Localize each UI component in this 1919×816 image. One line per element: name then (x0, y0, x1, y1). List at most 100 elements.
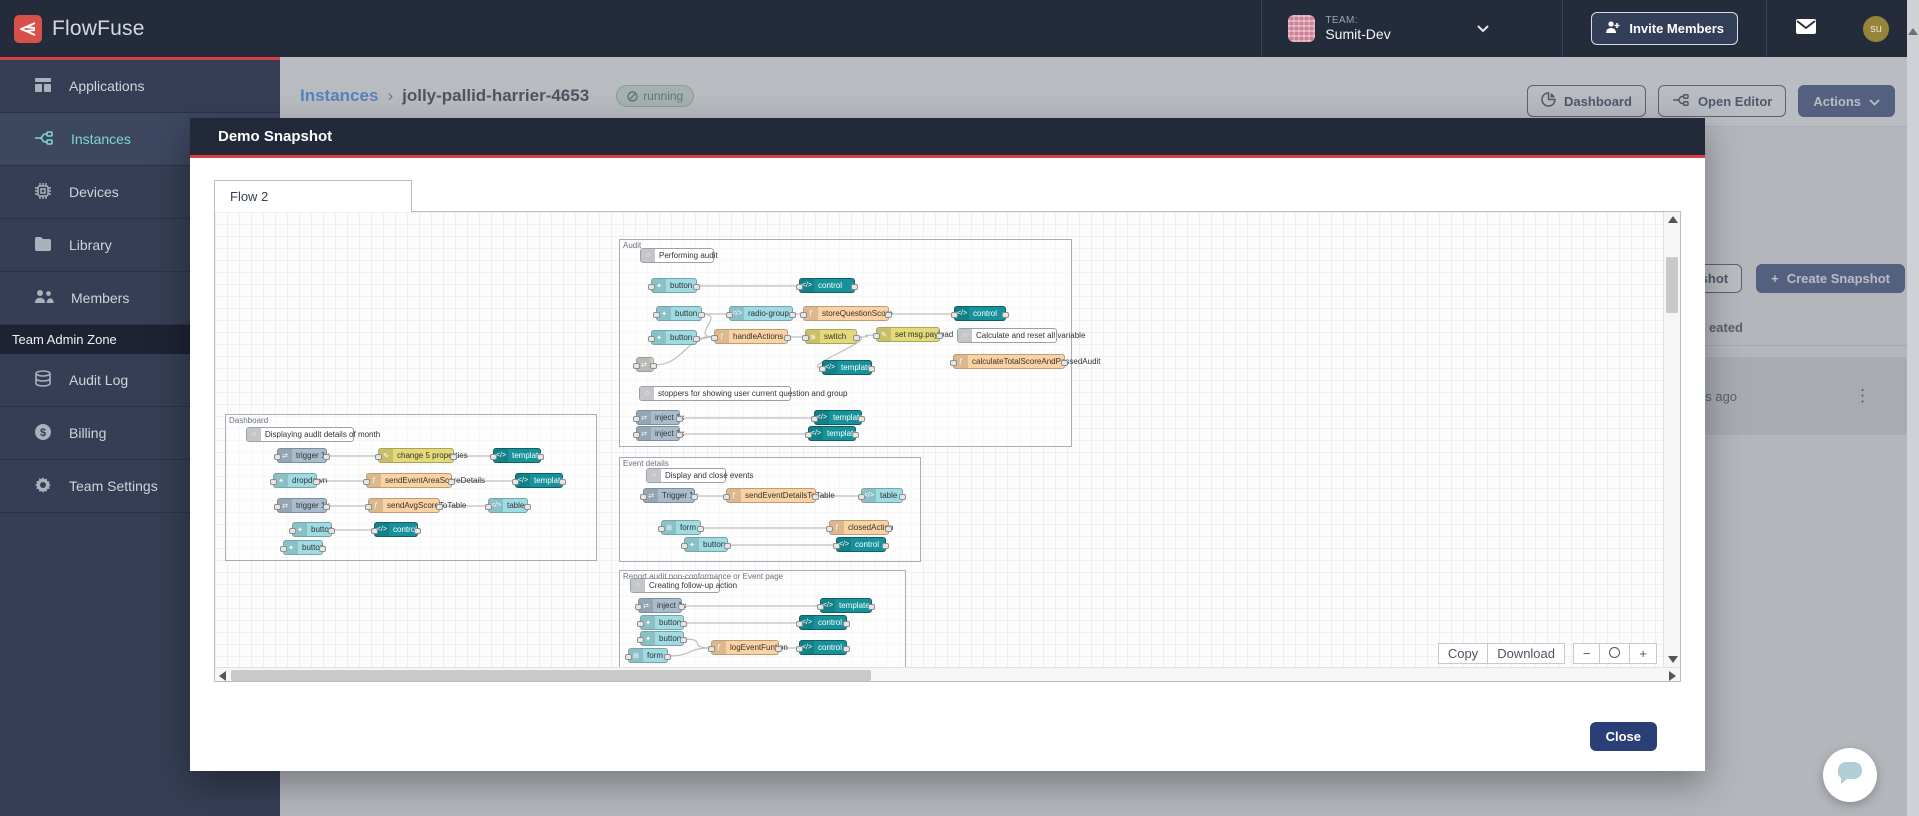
flow-node-calculate-and-reset-all-variable: ○ Calculate and reset all variable (957, 328, 1085, 343)
vertical-scroll-thumb[interactable] (1666, 257, 1679, 313)
flow-node-button: ✦ button (280, 540, 326, 555)
team-name: Sumit-Dev (1325, 26, 1391, 43)
flow-node-trigger-1x: ⇄ Trigger 1x (640, 488, 698, 503)
flow-node-control: </> control (796, 615, 850, 630)
modal-body: Flow 2 Copy Download − + Audit Dashboard… (190, 158, 1705, 751)
navbar-divider (1562, 0, 1564, 57)
zoom-out-button[interactable]: − (1572, 643, 1601, 664)
chip-icon (34, 182, 52, 203)
page-scrollbar[interactable] (1907, 0, 1919, 816)
copy-flow-button[interactable]: Copy (1437, 643, 1489, 664)
flow-node-template: </> template (819, 360, 875, 375)
flow-preview: Copy Download − + Audit Dashboard Event de… (214, 211, 1681, 682)
flow-node-table: </> table (858, 488, 906, 503)
brand-name: FlowFuse (52, 16, 145, 40)
flow-node-creating-follow-up-action: ○ Creating follow-up action (630, 578, 737, 593)
brand[interactable]: FlowFuse (0, 14, 145, 43)
scroll-right-arrow[interactable] (1669, 671, 1676, 681)
flow-node-template: </> template (512, 473, 566, 488)
envelope-icon (1795, 18, 1817, 40)
notifications-button[interactable] (1767, 0, 1845, 57)
flow-node-performing-audit: ○ Performing audit (640, 248, 718, 263)
download-flow-button[interactable]: Download (1488, 643, 1566, 664)
flow-node-trigger-1x: ⇄ trigger 1x (274, 448, 330, 463)
instances-icon (34, 130, 54, 149)
app-stage: FlowFuse TEAM: Sumit-Dev Invite Members (0, 0, 1919, 816)
flow-node-inject-1x: ⇄ inject 1x (635, 598, 686, 613)
flowfuse-logo-icon (14, 14, 42, 43)
flow-node-button: ✦ button (648, 278, 700, 293)
folder-icon (34, 236, 52, 255)
flow-node-form: ⊞ form (658, 520, 704, 535)
page-scroll-up-arrow[interactable] (1908, 28, 1918, 35)
dollar-circle-icon: $ (34, 423, 52, 444)
flow-node-switch: ≶ switch (802, 329, 860, 344)
flow-node-button: ✦ button (681, 537, 731, 552)
flow-node-displaying-audit-details-of-month: ○ Displaying audit details of month (246, 427, 380, 442)
scroll-left-arrow[interactable] (219, 671, 226, 681)
chat-widget-button[interactable] (1823, 748, 1877, 802)
flow-node-inject-1x: ⇄ inject 1x (633, 426, 684, 441)
chevron-down-icon (1476, 20, 1489, 38)
users-icon (34, 289, 54, 307)
flow-node-gray: ⇄ (633, 357, 657, 372)
scroll-up-arrow[interactable] (1668, 216, 1679, 223)
navbar-right: TEAM: Sumit-Dev Invite Members su (1261, 0, 1919, 57)
flow-node-table: </> table (485, 498, 531, 513)
user-plus-icon (1605, 20, 1621, 37)
applications-icon (34, 76, 52, 97)
flow-node-radio-group: </> radio-group (726, 306, 796, 321)
horizontal-scroll-thumb[interactable] (231, 670, 871, 681)
flow-node-control: </> control (796, 640, 850, 655)
team-selector[interactable]: TEAM: Sumit-Dev (1262, 0, 1562, 57)
flow-node-form: ⊞ form (625, 648, 671, 663)
user-avatar[interactable]: su (1863, 15, 1889, 42)
flow-node-control: </> control (371, 522, 421, 537)
sidebar-item-applications[interactable]: Applications (0, 60, 280, 113)
modal-title: Demo Snapshot (190, 118, 1705, 158)
flow-node-stoppers-for-showing-user-current-question-and-group: ○ stoppers for showing user current quest… (639, 386, 847, 401)
svg-text:$: $ (40, 427, 46, 439)
flow-node-closedaction: ƒ closedAction (826, 520, 893, 535)
flow-node-button: ✦ button (653, 306, 705, 321)
flow-node-button: ✦ button (637, 615, 687, 630)
close-button[interactable]: Close (1589, 722, 1657, 751)
flow-node-button: ✦ button (648, 330, 700, 345)
flow-node-control: </> control (951, 306, 1009, 321)
flow-node-trigger-1x: ⇄ trigger 1x (274, 498, 330, 513)
flow-node-storequestionscore: ƒ storeQuestionScore (800, 306, 893, 321)
flow-node-change-5-properties: ✎ change 5 properties (375, 448, 468, 463)
flow-node-control: </> control (796, 278, 858, 293)
vertical-scrollbar[interactable] (1663, 212, 1680, 667)
canvas-buttons: Copy Download (1437, 643, 1566, 664)
flow-node-sendeventareascoredetails: ƒ sendEventAreaScoreDetails (363, 473, 485, 488)
gear-icon (34, 476, 52, 497)
horizontal-scrollbar[interactable] (215, 667, 1680, 681)
team-label: TEAM: (1325, 14, 1358, 26)
flow-node-logeventfuntion: ƒ logEventFuntion (708, 640, 788, 655)
flow-node-display-and-close-events: ○ Display and close events (646, 468, 754, 483)
flow-node-control: </> control (833, 537, 889, 552)
flow-node-calculatetotalscoreandpassedaudit: ƒ calculateTotalScoreAndPassedAudit (950, 354, 1101, 369)
scroll-down-arrow[interactable] (1668, 656, 1679, 663)
zoom-reset-button[interactable] (1600, 643, 1631, 664)
team-avatar (1288, 15, 1316, 42)
snapshot-modal: Demo Snapshot Flow 2 Copy Download − + A… (190, 118, 1705, 771)
zoom-in-button[interactable]: + (1630, 643, 1658, 664)
flow-node-template: </> template (490, 448, 544, 463)
flow-node-template: </> template (811, 410, 865, 425)
flow-node-button: ✦ button (637, 631, 687, 646)
flow-node-set-msg-payload: ✎ set msg.payload (873, 327, 953, 342)
flow-canvas[interactable]: Copy Download − + Audit Dashboard Event de… (215, 212, 1664, 667)
flow-node-handleactions: ƒ handleActions (711, 329, 791, 344)
tab-flow-2[interactable]: Flow 2 (214, 180, 412, 212)
flow-node-button: ✦ button (289, 522, 335, 537)
zoom-reset-icon (1609, 647, 1621, 658)
top-navbar: FlowFuse TEAM: Sumit-Dev Invite Members (0, 0, 1919, 57)
flow-node-sendeventdetailstotable: ƒ sendEventDetailsToTable (723, 488, 835, 503)
invite-members-button[interactable]: Invite Members (1591, 12, 1738, 45)
flow-node-template: </> template (817, 598, 875, 613)
flow-node-template: </> template (805, 426, 859, 441)
database-icon (34, 369, 52, 391)
flow-node-inject-1x: ⇄ inject 1x (633, 410, 684, 425)
